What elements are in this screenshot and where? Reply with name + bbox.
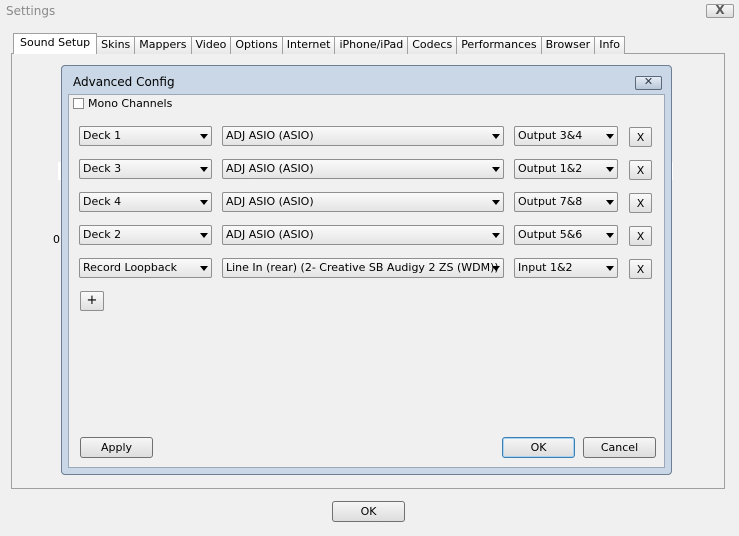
- chevron-down-icon: [200, 134, 208, 139]
- deck-select-row-2[interactable]: Deck 3: [79, 159, 212, 179]
- tab-video[interactable]: Video: [190, 36, 232, 54]
- cancel-button[interactable]: Cancel: [583, 437, 656, 458]
- settings-window: Settings X Sound Setup Skins Mappers Vid…: [0, 0, 739, 536]
- chevron-down-icon: [492, 266, 500, 271]
- tab-performances[interactable]: Performances: [456, 36, 542, 54]
- remove-row-4-button[interactable]: X: [629, 226, 652, 246]
- device-select-row-1[interactable]: ADJ ASIO (ASIO): [222, 126, 504, 146]
- channel-select-value: Output 1&2: [518, 162, 583, 175]
- chevron-down-icon: [200, 200, 208, 205]
- chevron-down-icon: [606, 266, 614, 271]
- chevron-down-icon: [492, 200, 500, 205]
- close-icon: ✕: [643, 75, 654, 88]
- close-icon: X: [715, 3, 725, 17]
- window-title: Settings: [6, 4, 56, 18]
- mono-channels-option[interactable]: Mono Channels: [73, 97, 172, 110]
- dialog-title: Advanced Config: [73, 75, 175, 89]
- channel-select-value: Output 3&4: [518, 129, 583, 142]
- remove-row-1-button[interactable]: X: [629, 127, 652, 147]
- add-row-button[interactable]: +: [80, 291, 104, 311]
- device-select-row-5[interactable]: Line In (rear) (2- Creative SB Audigy 2 …: [222, 258, 504, 278]
- title-bar: Settings X: [0, 0, 739, 22]
- deck-select-value: Deck 1: [83, 129, 122, 142]
- mono-channels-checkbox[interactable]: [73, 98, 84, 109]
- remove-row-2-button[interactable]: X: [629, 160, 652, 180]
- device-select-value: ADJ ASIO (ASIO): [226, 129, 314, 142]
- chevron-down-icon: [492, 134, 500, 139]
- deck-select-value: Deck 4: [83, 195, 122, 208]
- channel-select-row-1[interactable]: Output 3&4: [514, 126, 618, 146]
- remove-row-5-button[interactable]: X: [629, 259, 652, 279]
- settings-ok-button[interactable]: OK: [332, 501, 405, 522]
- tab-skins[interactable]: Skins: [96, 36, 136, 54]
- device-select-value: ADJ ASIO (ASIO): [226, 195, 314, 208]
- deck-select-row-1[interactable]: Deck 1: [79, 126, 212, 146]
- tab-bar: Sound Setup Skins Mappers Video Options …: [13, 33, 626, 54]
- deck-select-value: Deck 3: [83, 162, 122, 175]
- device-select-value: ADJ ASIO (ASIO): [226, 228, 314, 241]
- channel-select-value: Input 1&2: [518, 261, 573, 274]
- chevron-down-icon: [200, 266, 208, 271]
- tab-options[interactable]: Options: [230, 36, 283, 54]
- device-select-row-3[interactable]: ADJ ASIO (ASIO): [222, 192, 504, 212]
- tab-iphone-ipad[interactable]: iPhone/iPad: [334, 36, 409, 54]
- chevron-down-icon: [492, 233, 500, 238]
- channel-select-value: Output 7&8: [518, 195, 583, 208]
- panel-marker-text: 0: [53, 233, 60, 246]
- channel-select-row-4[interactable]: Output 5&6: [514, 225, 618, 245]
- dialog-ok-button[interactable]: OK: [502, 437, 575, 458]
- device-select-row-2[interactable]: ADJ ASIO (ASIO): [222, 159, 504, 179]
- tab-info[interactable]: Info: [594, 36, 626, 54]
- deck-select-value: Record Loopback: [83, 261, 178, 274]
- device-select-row-4[interactable]: ADJ ASIO (ASIO): [222, 225, 504, 245]
- chevron-down-icon: [200, 167, 208, 172]
- chevron-down-icon: [200, 233, 208, 238]
- channel-select-value: Output 5&6: [518, 228, 583, 241]
- mono-channels-label: Mono Channels: [88, 97, 173, 110]
- tab-codecs[interactable]: Codecs: [407, 36, 458, 54]
- chevron-down-icon: [606, 200, 614, 205]
- deck-select-row-4[interactable]: Deck 2: [79, 225, 212, 245]
- channel-select-row-2[interactable]: Output 1&2: [514, 159, 618, 179]
- window-close-button[interactable]: X: [706, 3, 734, 18]
- tab-mappers[interactable]: Mappers: [134, 36, 192, 54]
- tab-internet[interactable]: Internet: [281, 36, 336, 54]
- device-select-value: ADJ ASIO (ASIO): [226, 162, 314, 175]
- remove-row-3-button[interactable]: X: [629, 193, 652, 213]
- apply-button[interactable]: Apply: [80, 437, 153, 458]
- deck-select-row-5[interactable]: Record Loopback: [79, 258, 212, 278]
- dialog-close-button[interactable]: ✕: [635, 75, 662, 90]
- chevron-down-icon: [492, 167, 500, 172]
- deck-select-value: Deck 2: [83, 228, 122, 241]
- dialog-body: [68, 94, 665, 468]
- tab-browser[interactable]: Browser: [540, 36, 596, 54]
- channel-select-row-5[interactable]: Input 1&2: [514, 258, 618, 278]
- chevron-down-icon: [606, 233, 614, 238]
- deck-select-row-3[interactable]: Deck 4: [79, 192, 212, 212]
- tab-sound-setup[interactable]: Sound Setup: [13, 33, 98, 54]
- channel-select-row-3[interactable]: Output 7&8: [514, 192, 618, 212]
- device-select-value: Line In (rear) (2- Creative SB Audigy 2 …: [226, 261, 499, 274]
- chevron-down-icon: [606, 134, 614, 139]
- chevron-down-icon: [606, 167, 614, 172]
